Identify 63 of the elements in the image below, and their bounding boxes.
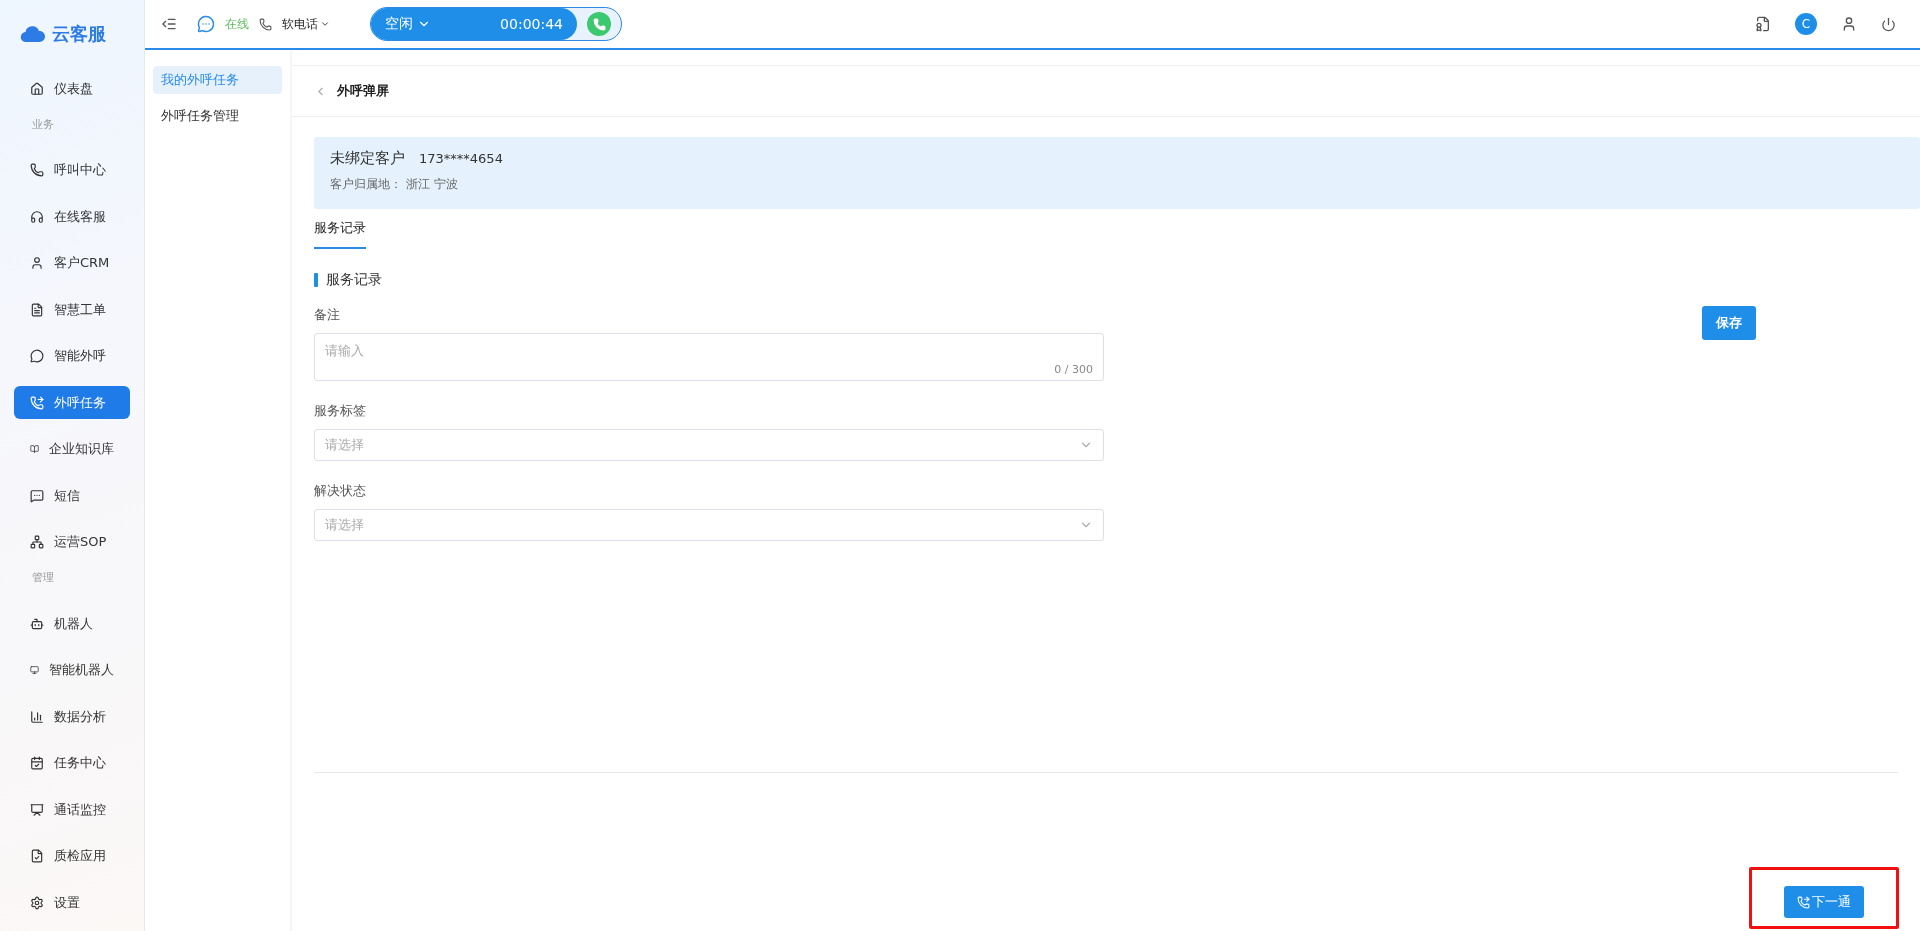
brand-name: 云客服 <box>52 22 106 46</box>
cloud-logo-icon <box>20 25 46 43</box>
chevron-down-icon <box>320 19 330 29</box>
headset-icon <box>30 209 44 224</box>
location-value: 浙江 宁波 <box>406 176 458 193</box>
document-check-icon <box>30 849 44 863</box>
sidebar-item[interactable]: 任务中心 <box>14 746 130 780</box>
person-icon <box>30 256 44 270</box>
sidebar-item[interactable]: 仪表盘 <box>14 72 130 105</box>
nodes-icon <box>30 535 44 549</box>
power-icon[interactable] <box>1881 16 1896 32</box>
remark-textarea[interactable]: 请输入 0 / 300 <box>314 333 1104 381</box>
sidebar-item[interactable]: 机器人 <box>14 607 130 640</box>
call-timer: 00:00:44 <box>500 16 563 32</box>
settings-icon <box>30 895 44 910</box>
collapse-menu-icon[interactable] <box>161 16 177 32</box>
field-label: 备注 <box>314 307 341 324</box>
chat-bubble-icon <box>30 488 44 503</box>
location-label: 客户归属地： <box>330 176 402 193</box>
phone-mode-dropdown[interactable]: 软电话 <box>282 15 330 33</box>
tab[interactable]: 服务记录 <box>314 219 366 249</box>
field-label: 服务标签 <box>314 403 367 420</box>
online-status: 在线 <box>225 15 249 33</box>
phone-icon <box>592 17 606 31</box>
phone-icon <box>30 163 44 177</box>
user-icon[interactable] <box>1841 16 1857 32</box>
section-title: 服务记录 <box>326 271 382 289</box>
sidebar-item[interactable]: 设置 <box>14 886 130 919</box>
phone-forward-icon <box>1797 895 1810 909</box>
sidebar-item[interactable]: 短信 <box>14 479 130 512</box>
house-icon <box>30 81 44 96</box>
robot-icon <box>30 616 44 631</box>
bar-chart-icon <box>30 709 44 724</box>
sidebar-item[interactable]: 呼叫中心 <box>14 153 130 187</box>
phone-forward-icon <box>30 395 44 410</box>
sidebar-item[interactable]: 外呼任务 <box>14 386 130 419</box>
chart-board-icon <box>30 802 44 817</box>
sidebar-section-label: 管理 <box>31 570 55 586</box>
sub-nav-item[interactable]: 外呼任务管理 <box>153 102 282 130</box>
document-badge-icon[interactable] <box>1755 16 1771 32</box>
sidebar-item[interactable]: 数据分析 <box>14 700 130 733</box>
calendar-check-icon <box>30 756 44 770</box>
phone-icon <box>259 17 272 31</box>
sidebar-item[interactable]: 客户CRM <box>14 246 130 280</box>
page-title: 外呼弹屏 <box>337 82 389 100</box>
sidebar-item[interactable]: 智能机器人 <box>14 653 130 687</box>
section-marker <box>314 273 318 287</box>
sidebar-item[interactable]: 质检应用 <box>14 839 130 873</box>
sidebar-item[interactable]: 智慧工单 <box>14 293 130 326</box>
sidebar-item[interactable]: 通话监控 <box>14 793 130 826</box>
chat-status-icon <box>197 15 215 33</box>
character-counter: 0 / 300 <box>1054 363 1093 376</box>
sidebar-item[interactable]: 智能外呼 <box>14 339 130 373</box>
sidebar-section-label: 业务 <box>31 116 55 133</box>
field-label: 解决状态 <box>314 483 367 500</box>
customer-phone: 173****4654 <box>419 151 503 166</box>
document-icon <box>30 302 44 317</box>
customer-name: 未绑定客户 <box>330 149 405 168</box>
sidebar-item[interactable]: 企业知识库 <box>14 432 130 466</box>
book-icon <box>30 442 39 456</box>
sidebar-item[interactable]: 运营SOP <box>14 525 130 559</box>
screen-icon <box>30 663 39 677</box>
sidebar-item[interactable]: 在线客服 <box>14 200 130 233</box>
